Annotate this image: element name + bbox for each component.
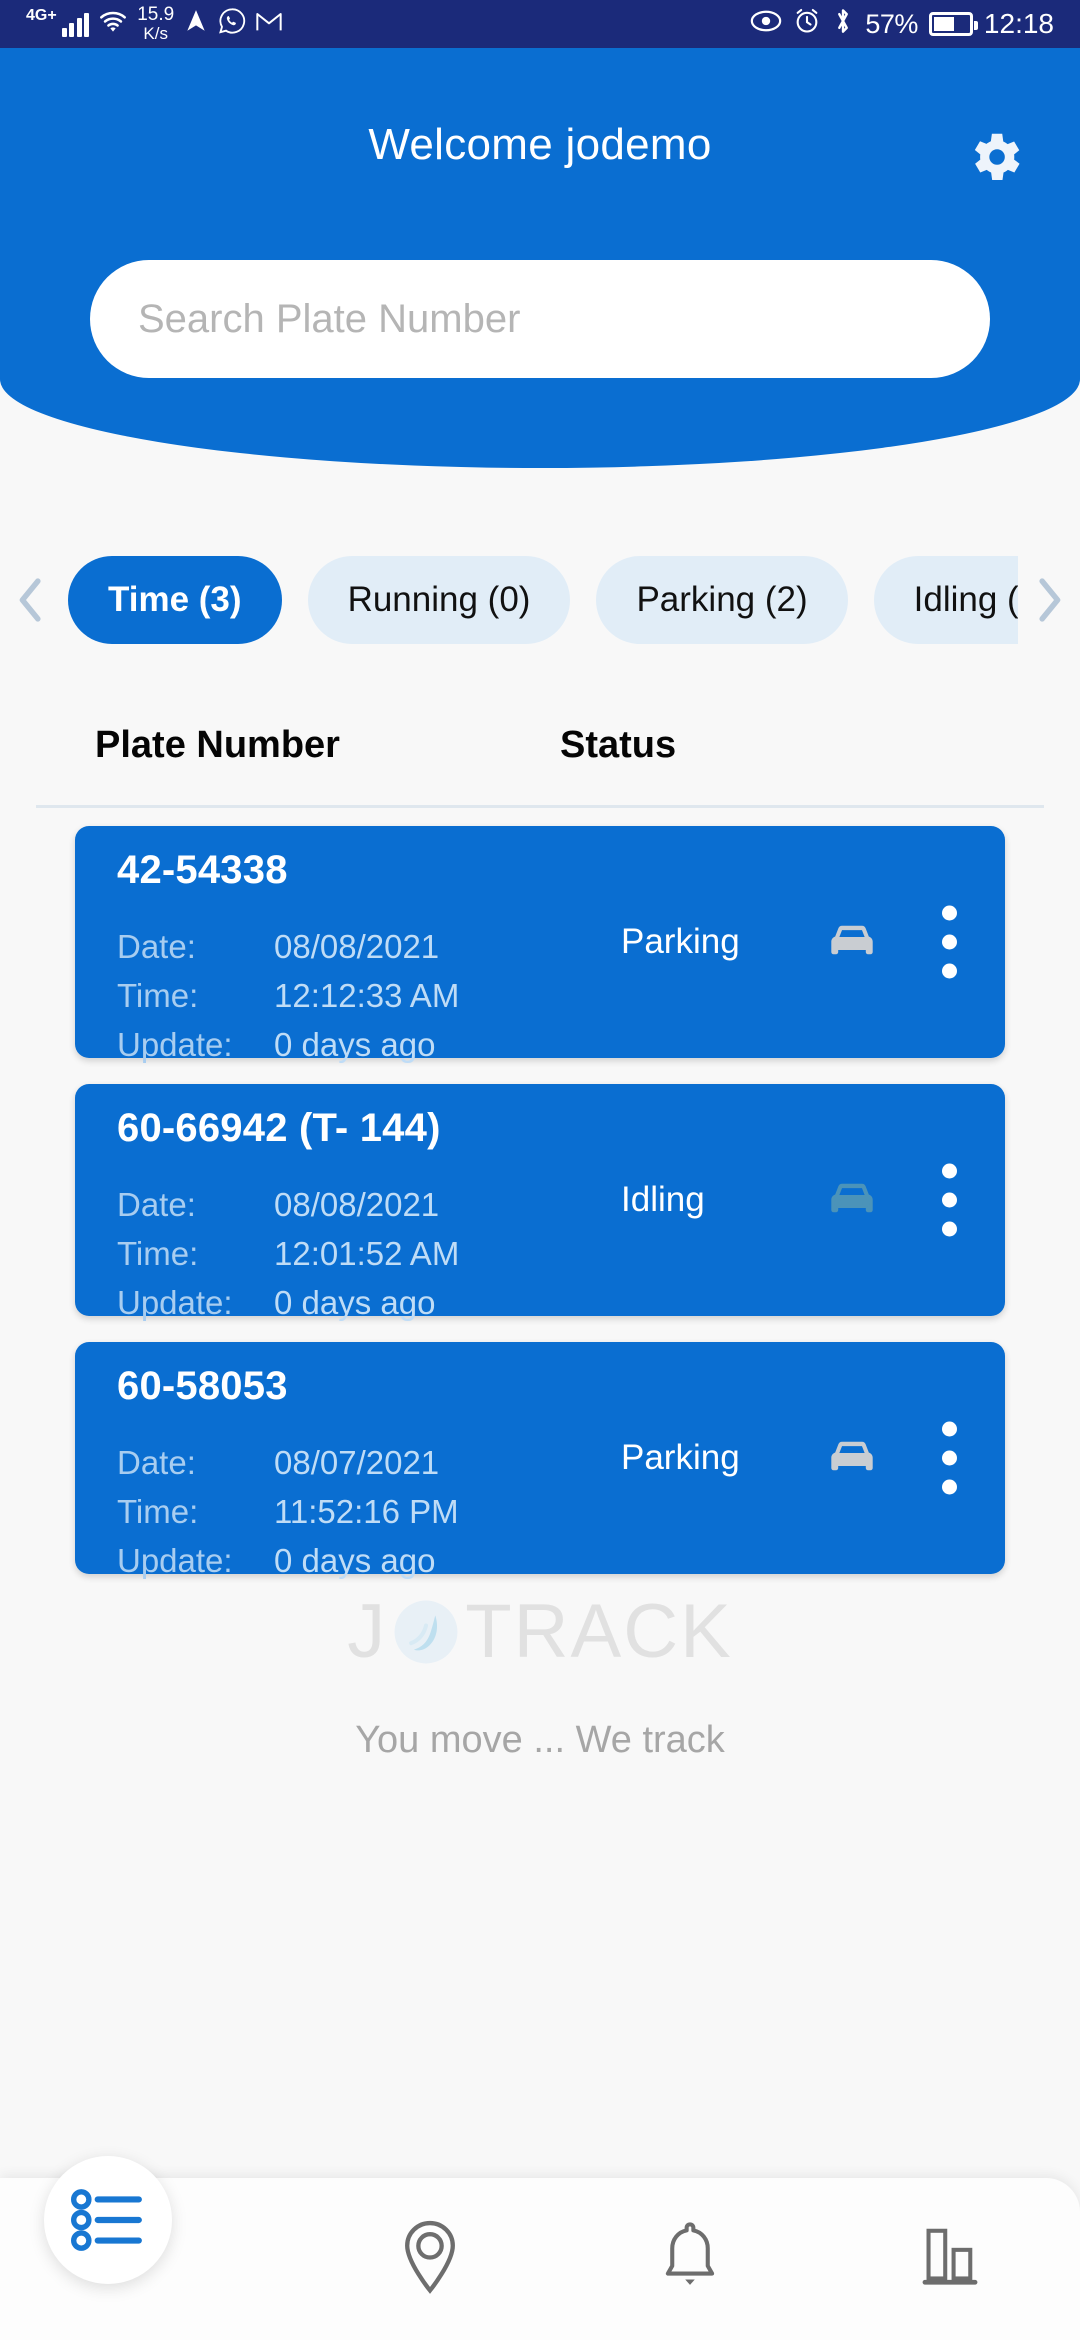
value-update: 0 days ago <box>274 1283 436 1321</box>
droplet-circle-icon <box>389 1595 463 1669</box>
tab-running[interactable]: Running (0) <box>307 556 571 644</box>
column-header-status: Status <box>560 724 677 766</box>
data-speed-indicator: 15.9 K/s <box>137 4 175 43</box>
car-icon <box>823 1177 881 1223</box>
status-badge: Parking <box>621 1438 740 1477</box>
logo-text-left: J <box>347 1589 388 1674</box>
vehicle-details: Date: 08/07/2021 Time: 11:52:16 PM Updat… <box>117 1438 459 1585</box>
label-date: Date: <box>117 927 196 965</box>
wifi-icon <box>98 8 128 41</box>
status-bar: 4G+ 15.9 K/s 57% 12:18 <box>0 0 1080 48</box>
tab-label: Idling (1) <box>913 580 1018 619</box>
chevron-left-icon[interactable] <box>0 576 62 624</box>
signal-bars-icon <box>61 11 90 37</box>
column-header-plate: Plate Number <box>95 724 340 766</box>
value-update: 0 days ago <box>274 1025 436 1063</box>
bell-icon <box>661 2221 719 2298</box>
filter-tabs: Time (3) Running (0) Parking (2) Idling … <box>0 540 1080 660</box>
status-bar-left: 4G+ 15.9 K/s <box>26 5 283 43</box>
nav-button-notifications[interactable] <box>630 2199 750 2319</box>
page-title: Welcome jodemo <box>368 120 712 169</box>
label-update: Update: <box>117 1025 233 1063</box>
detail-row-time: Time: 12:01:52 AM <box>117 1229 459 1278</box>
alarm-icon <box>793 6 821 43</box>
vehicle-list: 42-54338 Date: 08/08/2021 Time: 12:12:33… <box>0 826 1080 1600</box>
status-bar-right: 57% 12:18 <box>750 6 1054 43</box>
vehicle-list-fab[interactable] <box>44 2156 172 2284</box>
detail-row-time: Time: 12:12:33 AM <box>117 971 459 1020</box>
brand-watermark: J TRACK You move ... We track <box>0 1588 1080 1762</box>
vehicle-card[interactable]: 42-54338 Date: 08/08/2021 Time: 12:12:33… <box>75 826 1005 1063</box>
logo-text-right: TRACK <box>465 1589 733 1674</box>
value-time: 12:01:52 AM <box>274 1234 460 1272</box>
label-time: Time: <box>117 1492 199 1530</box>
status-badge: Parking <box>621 922 740 961</box>
tabs-scroll-container[interactable]: Time (3) Running (0) Parking (2) Idling … <box>62 540 1018 660</box>
detail-row-update: Update: 0 days ago <box>117 1536 459 1585</box>
value-time: 11:52:16 PM <box>274 1492 459 1530</box>
detail-row-date: Date: 08/08/2021 <box>117 1180 459 1229</box>
list-column-headers: Plate Number Status <box>0 700 1080 810</box>
car-icon <box>823 919 881 965</box>
label-update: Update: <box>117 1283 233 1321</box>
value-time: 12:12:33 AM <box>274 976 460 1014</box>
app-header: Welcome jodemo <box>0 48 1080 468</box>
whatsapp-icon <box>218 7 246 42</box>
plate-number: 60-58053 <box>117 1364 288 1408</box>
tab-idling[interactable]: Idling (1) <box>873 556 1018 644</box>
vehicle-card[interactable]: 60-66942 (T- 144) Date: 08/08/2021 Time:… <box>75 1084 1005 1321</box>
app-screen: 4G+ 15.9 K/s 57% 12:18 Welcome jodemo Se… <box>0 0 1080 2340</box>
label-date: Date: <box>117 1443 196 1481</box>
tab-time[interactable]: Time (3) <box>68 556 282 644</box>
detail-row-date: Date: 08/08/2021 <box>117 922 459 971</box>
nav-button-reports[interactable] <box>890 2199 1010 2319</box>
network-type-label: 4G+ <box>26 7 57 24</box>
value-update: 0 days ago <box>274 1541 436 1579</box>
nav-button-location[interactable] <box>370 2199 490 2319</box>
card-overflow-menu-button[interactable] <box>942 1163 957 1237</box>
gmail-icon <box>255 8 283 41</box>
vehicle-card[interactable]: 60-58053 Date: 08/07/2021 Time: 11:52:16… <box>75 1342 1005 1579</box>
brand-tagline: You move ... We track <box>355 1719 725 1761</box>
car-icon <box>823 1435 881 1481</box>
label-date: Date: <box>117 1185 196 1223</box>
bottom-nav-items <box>300 2178 1080 2340</box>
location-pin-icon <box>399 2219 461 2300</box>
tab-parking[interactable]: Parking (2) <box>596 556 848 644</box>
label-time: Time: <box>117 1234 199 1272</box>
brand-logo: J TRACK <box>0 1588 1080 1675</box>
list-bullets-icon <box>70 2188 145 2252</box>
eye-icon <box>750 8 782 41</box>
bluetooth-icon <box>832 6 854 43</box>
battery-percent-label: 57% <box>865 8 918 39</box>
card-overflow-menu-button[interactable] <box>942 1421 957 1495</box>
label-update: Update: <box>117 1541 233 1579</box>
vehicle-details: Date: 08/08/2021 Time: 12:01:52 AM Updat… <box>117 1180 459 1327</box>
header-divider <box>36 805 1044 808</box>
plate-number: 60-66942 (T- 144) <box>117 1106 441 1150</box>
chevron-right-icon[interactable] <box>1018 576 1080 624</box>
search-bar[interactable] <box>90 260 990 378</box>
gear-icon[interactable] <box>964 126 1026 188</box>
detail-row-date: Date: 08/07/2021 <box>117 1438 459 1487</box>
tab-label: Time (3) <box>108 580 242 619</box>
search-input[interactable] <box>138 296 942 342</box>
tab-label: Running (0) <box>347 580 531 619</box>
value-date: 08/08/2021 <box>274 1185 440 1223</box>
navigation-arrow-icon <box>183 7 209 42</box>
battery-icon <box>928 12 978 36</box>
detail-row-update: Update: 0 days ago <box>117 1278 459 1327</box>
vehicle-details: Date: 08/08/2021 Time: 12:12:33 AM Updat… <box>117 922 459 1069</box>
value-date: 08/07/2021 <box>274 1443 440 1481</box>
value-date: 08/08/2021 <box>274 927 440 965</box>
bar-chart-icon <box>919 2222 981 2297</box>
card-overflow-menu-button[interactable] <box>942 905 957 979</box>
detail-row-update: Update: 0 days ago <box>117 1020 459 1069</box>
label-time: Time: <box>117 976 199 1014</box>
tab-label: Parking (2) <box>636 580 808 619</box>
status-badge: Idling <box>621 1180 705 1219</box>
plate-number: 42-54338 <box>117 848 288 892</box>
clock-label: 12:18 <box>983 8 1054 39</box>
detail-row-time: Time: 11:52:16 PM <box>117 1487 459 1536</box>
